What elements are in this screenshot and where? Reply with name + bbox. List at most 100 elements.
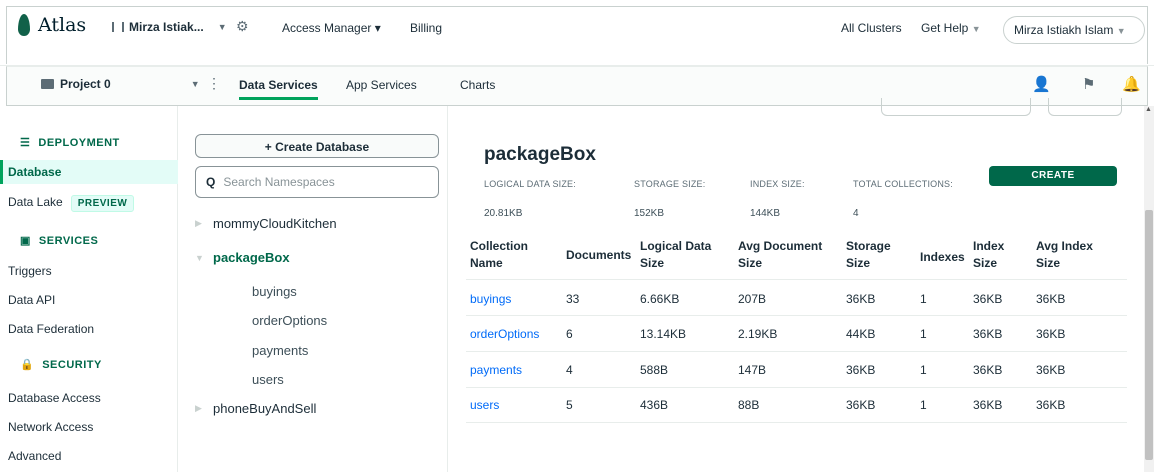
all-clusters-link[interactable]: All Clusters — [841, 21, 902, 35]
header-line: Avg Index — [1036, 239, 1093, 253]
scroll-up-arrow-icon[interactable]: ▲ — [1145, 106, 1152, 113]
database-item-mommycloudkitchen[interactable]: ▶ mommyCloudKitchen — [195, 216, 337, 231]
sidebar-item-data-federation[interactable]: Data Federation — [0, 317, 178, 341]
database-name: phoneBuyAndSell — [213, 401, 317, 416]
billing-link[interactable]: Billing — [410, 21, 442, 35]
table-cell: 88B — [738, 398, 760, 412]
caret-down-icon: ▼ — [195, 252, 204, 263]
chevron-down-icon: ▼ — [217, 22, 227, 32]
chevron-down-icon: ▼ — [1116, 26, 1126, 36]
access-manager-menu[interactable]: Access Manager ▾ — [282, 21, 381, 35]
column-header-indexes[interactable]: Indexes — [920, 249, 965, 266]
collection-link-payments[interactable]: payments — [470, 363, 522, 377]
database-item-packagebox[interactable]: ▼ packageBox — [195, 250, 290, 265]
database-detail-panel: packageBox LOGICAL DATA SIZE: STORAGE SI… — [448, 98, 1144, 472]
table-cell: 13.14KB — [640, 327, 687, 341]
column-header-avg-index-size[interactable]: Avg Index Size — [1036, 238, 1093, 272]
collection-link-users[interactable]: users — [470, 398, 499, 412]
activity-feed-icon[interactable]: ⚑ — [1082, 75, 1095, 93]
mongodb-leaf-icon — [18, 14, 30, 36]
collection-link-orderoptions[interactable]: orderOptions — [470, 327, 539, 341]
sidebar-item-data-api[interactable]: Data API — [0, 288, 178, 312]
column-header-logical-data-size[interactable]: Logical Data Size — [640, 238, 711, 272]
sidebar-item-database-access[interactable]: Database Access — [0, 386, 178, 410]
partial-button-outline[interactable] — [1048, 98, 1122, 116]
get-help-menu[interactable]: Get Help ▼ — [921, 21, 981, 35]
kebab-menu-icon[interactable]: ⋮ — [207, 75, 221, 92]
header-line: Size — [1036, 256, 1061, 270]
services-section-header: ▣ SERVICES — [20, 234, 99, 248]
scrollbar-thumb[interactable] — [1145, 210, 1153, 460]
database-title: packageBox — [484, 144, 596, 165]
get-help-label: Get Help — [921, 21, 969, 35]
header-line: Size — [640, 256, 665, 270]
tab-data-services[interactable]: Data Services — [239, 78, 318, 100]
data-lake-label: Data Lake — [8, 195, 63, 209]
collection-item-orderoptions[interactable]: orderOptions — [252, 313, 327, 328]
table-divider — [466, 315, 1127, 316]
stat-value-index-size: 144KB — [750, 208, 781, 219]
column-header-documents[interactable]: Documents — [566, 247, 631, 264]
table-cell: 147B — [738, 363, 767, 377]
caret-right-icon: ▶ — [195, 403, 202, 413]
chevron-down-icon: ▼ — [190, 79, 200, 89]
organization-selector[interactable]: Mirza Istiak... ▼ — [112, 20, 227, 34]
services-label: SERVICES — [38, 234, 99, 247]
collection-item-payments[interactable]: payments — [252, 343, 308, 358]
table-divider — [466, 422, 1127, 423]
search-namespaces-input[interactable]: Q Search Namespaces — [195, 166, 439, 198]
tab-app-services[interactable]: App Services — [346, 78, 417, 92]
table-cell: 36KB — [846, 398, 876, 412]
database-name: packageBox — [213, 250, 290, 265]
header-line: Storage — [846, 239, 891, 253]
collection-link-buyings[interactable]: buyings — [470, 292, 511, 306]
table-cell: 36KB — [973, 292, 1003, 306]
namespace-panel: + Create Database Q Search Namespaces ▶ m… — [178, 106, 448, 472]
header-line: Documents — [566, 248, 632, 262]
table-cell: 36KB — [846, 363, 876, 377]
stat-value-total-collections: 4 — [853, 208, 859, 219]
collection-item-users[interactable]: users — [252, 372, 284, 387]
sidebar-item-triggers[interactable]: Triggers — [0, 259, 178, 283]
user-menu[interactable]: Mirza Istiakh Islam ▼ — [1003, 16, 1145, 44]
gear-icon[interactable]: ⚙ — [236, 18, 249, 35]
security-label: SECURITY — [42, 358, 102, 371]
collection-item-buyings[interactable]: buyings — [252, 284, 297, 299]
column-header-collection-name[interactable]: Collection Name — [470, 238, 528, 272]
user-name: Mirza Istiakh Islam — [1014, 23, 1114, 37]
table-cell: 436B — [640, 398, 669, 412]
tab-charts[interactable]: Charts — [460, 78, 495, 92]
stat-label-total-collections: TOTAL COLLECTIONS: — [853, 179, 953, 189]
table-cell: 1 — [920, 292, 927, 306]
header-line: Avg Document — [738, 239, 823, 253]
sidebar-item-network-access[interactable]: Network Access — [0, 415, 178, 439]
table-cell: 33 — [566, 292, 580, 306]
column-header-avg-document-size[interactable]: Avg Document Size — [738, 238, 822, 272]
project-selector[interactable]: Project 0 ▼ — [41, 77, 200, 91]
table-cell: 36KB — [1036, 363, 1066, 377]
create-database-button[interactable]: + Create Database — [195, 134, 439, 158]
table-divider — [466, 351, 1127, 352]
column-header-index-size[interactable]: Index Size — [973, 238, 1004, 272]
partial-button-outline[interactable] — [881, 98, 1031, 116]
folder-icon — [41, 79, 54, 89]
invite-user-icon[interactable]: 👤 — [1032, 75, 1051, 93]
header-line: Index — [973, 239, 1005, 253]
stat-value-storage-size: 152KB — [634, 208, 665, 219]
table-cell: 36KB — [973, 327, 1003, 341]
sidebar-item-database[interactable]: Database — [0, 160, 178, 184]
database-item-phonebuyandsell[interactable]: ▶ phoneBuyAndSell — [195, 401, 316, 416]
create-collection-button[interactable]: CREATE — [989, 166, 1117, 186]
brand-name: Atlas — [38, 14, 87, 36]
vertical-scrollbar[interactable]: ▲ — [1144, 106, 1154, 472]
sidebar-item-advanced[interactable]: Advanced — [0, 444, 178, 468]
bell-icon[interactable]: 🔔 — [1122, 75, 1141, 93]
table-cell: 1 — [920, 327, 927, 341]
table-cell: 36KB — [1036, 398, 1066, 412]
atlas-logo[interactable]: Atlas — [18, 14, 86, 36]
column-header-storage-size[interactable]: Storage Size — [846, 238, 891, 272]
left-sidebar: ☰ DEPLOYMENT Database Data Lake PREVIEW ▣ S… — [0, 106, 178, 472]
table-cell: 6.66KB — [640, 292, 680, 306]
search-icon: Q — [206, 175, 216, 189]
sidebar-item-data-lake[interactable]: Data Lake PREVIEW — [0, 190, 178, 214]
